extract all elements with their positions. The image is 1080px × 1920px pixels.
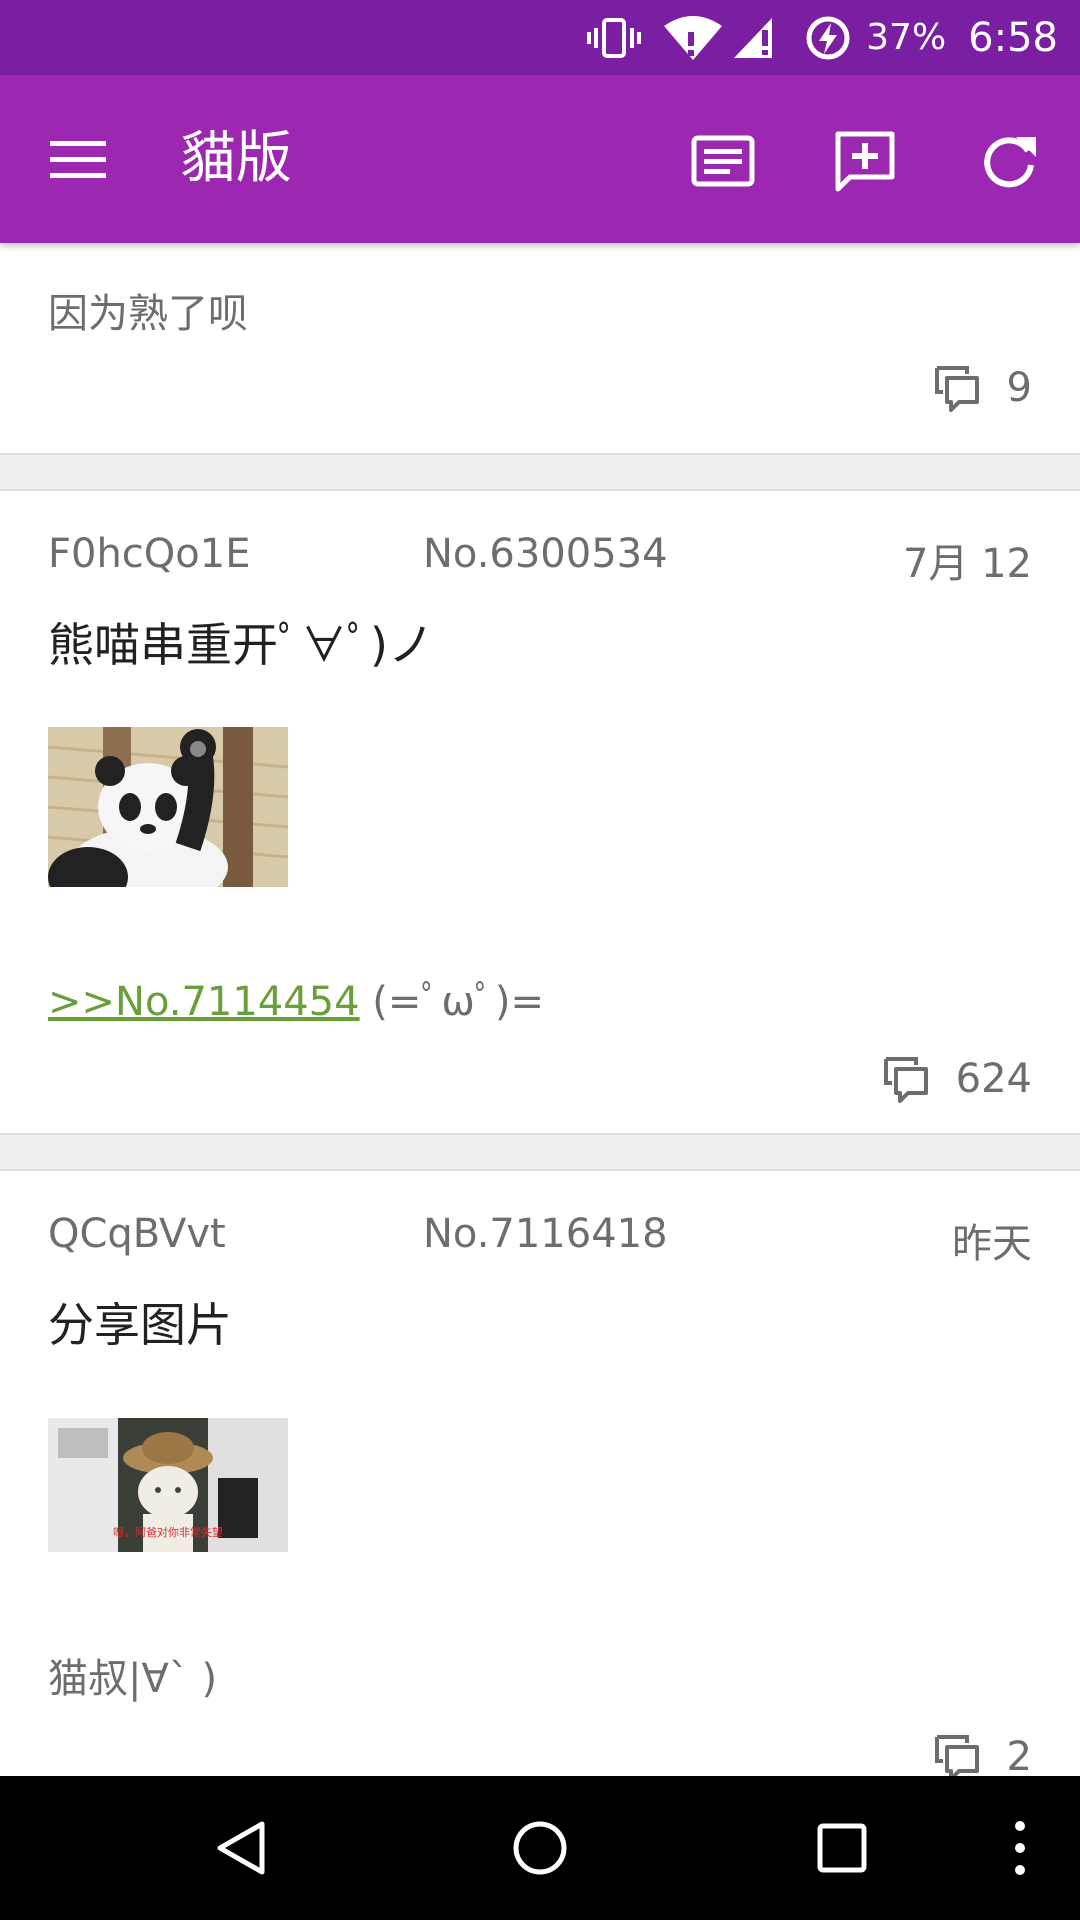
thread-user-id: QCqBVvt: [48, 1211, 226, 1257]
comment-icon: [934, 1735, 979, 1776]
thread-date: 7月 12: [902, 541, 1032, 587]
thread-title: 分享图片: [48, 1298, 232, 1352]
thread-thumbnail[interactable]: 嗯，阿爸对你非常失望: [48, 1418, 288, 1552]
list-icon[interactable]: [690, 129, 756, 195]
quote-link[interactable]: >>No.7114454: [48, 979, 360, 1025]
thread-body-text: (=ﾟωﾟ)=: [359, 979, 545, 1025]
thread-card[interactable]: QCqBVvt No.7116418 昨天 分享图片 嗯，阿爸对你非常失望 猫叔…: [0, 1171, 1080, 1776]
vibrate-icon: [586, 16, 642, 60]
more-options-icon[interactable]: [1002, 1818, 1038, 1878]
refresh-icon[interactable]: [976, 129, 1042, 195]
menu-icon[interactable]: [48, 129, 114, 189]
thread-thumbnail[interactable]: [48, 727, 288, 887]
cat-image: 嗯，阿爸对你非常失望: [48, 1418, 288, 1552]
reply-count: 9: [933, 364, 1032, 412]
home-icon[interactable]: [510, 1818, 570, 1878]
card-divider: [0, 1133, 1080, 1171]
reply-count-value: 9: [1006, 365, 1032, 411]
comment-icon: [883, 1057, 928, 1103]
signal-icon: [732, 14, 778, 62]
reply-count: 2: [933, 1733, 1032, 1776]
clock: 6:58: [968, 14, 1058, 61]
recents-icon[interactable]: [812, 1818, 872, 1878]
status-bar: 37% 6:58: [0, 0, 1080, 75]
comment-icon: [934, 366, 979, 412]
thread-date: 昨天: [952, 1221, 1032, 1267]
page-title: 貓版: [180, 126, 292, 191]
svg-text:嗯，阿爸对你非常失望: 嗯，阿爸对你非常失望: [113, 1525, 223, 1539]
thread-body: 猫叔|∀` ): [48, 1656, 218, 1702]
reply-count: 624: [882, 1055, 1032, 1103]
new-thread-icon[interactable]: [832, 129, 898, 195]
wifi-icon: [660, 14, 726, 62]
system-nav-bar: [0, 1776, 1080, 1920]
card-divider: [0, 453, 1080, 491]
thread-title: 熊喵串重开ﾟ∀ﾟ)ノ: [48, 618, 434, 672]
thread-list: 因为熟了呗 9 F0hcQo1E No.6300534 7月 12 熊喵串重开ﾟ…: [0, 243, 1080, 1776]
panda-image: [48, 727, 288, 887]
thread-number: No.6300534: [423, 531, 668, 577]
thread-body: 因为熟了呗: [48, 291, 248, 337]
back-icon[interactable]: [210, 1818, 270, 1878]
reply-count-value: 2: [1006, 1734, 1032, 1776]
thread-card[interactable]: 因为熟了呗 9: [0, 243, 1080, 453]
thread-user-id: F0hcQo1E: [48, 531, 251, 577]
app-toolbar: 貓版: [0, 75, 1080, 243]
thread-card[interactable]: F0hcQo1E No.6300534 7月 12 熊喵串重开ﾟ∀ﾟ)ノ >>N…: [0, 491, 1080, 1133]
thread-body: >>No.7114454 (=ﾟωﾟ)=: [48, 969, 544, 1027]
battery-charging-icon: [804, 14, 852, 62]
reply-count-value: 624: [955, 1056, 1032, 1102]
thread-number: No.7116418: [423, 1211, 668, 1257]
battery-percent: 37%: [866, 17, 947, 58]
